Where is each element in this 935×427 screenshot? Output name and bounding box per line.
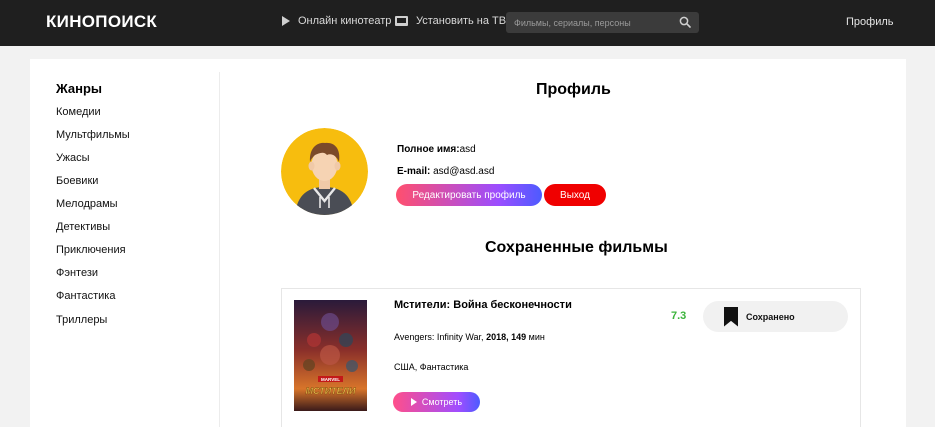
- top-navigation-bar: КИНОПОИСК Онлайн кинотеатр Установить на…: [0, 0, 935, 46]
- sidebar-item-comedy[interactable]: Комедии: [56, 106, 101, 118]
- search-input[interactable]: [506, 12, 676, 33]
- avatar: [281, 128, 368, 215]
- play-icon: [282, 16, 290, 26]
- poster-badge: MARVEL: [321, 377, 340, 382]
- sidebar-item-fantasy[interactable]: Фэнтези: [56, 267, 98, 279]
- profile-link[interactable]: Профиль: [846, 16, 894, 28]
- poster-logo: МСТИТЕЛИ: [306, 386, 356, 396]
- full-name-value: asd: [459, 144, 476, 155]
- search-box: [506, 12, 699, 33]
- nav-install-tv-label: Установить на ТВ: [416, 15, 507, 27]
- nav-online-cinema-label: Онлайн кинотеатр: [298, 15, 392, 27]
- kinopoisk-logo[interactable]: КИНОПОИСК: [46, 12, 157, 32]
- film-country-genre: США, Фантастика: [394, 362, 469, 372]
- email-row: E-mail: asd@asd.asd: [397, 166, 494, 177]
- film-poster-image: MARVEL МСТИТЕЛИ: [294, 300, 367, 411]
- nav-online-cinema[interactable]: Онлайн кинотеатр: [282, 15, 391, 27]
- sidebar-item-action[interactable]: Боевики: [56, 175, 98, 187]
- saved-films-title: Сохраненные фильмы: [485, 239, 668, 256]
- sidebar-item-melodrama[interactable]: Мелодрамы: [56, 198, 118, 210]
- email-label: E-mail:: [397, 166, 431, 177]
- sidebar-item-detective[interactable]: Детективы: [56, 221, 110, 233]
- email-value: asd@asd.asd: [433, 166, 495, 177]
- film-meta: Avengers: Infinity War, 2018, 149 мин: [394, 332, 545, 342]
- logout-button[interactable]: Выход: [544, 184, 606, 206]
- full-name-row: Полное имя:asd: [397, 144, 476, 155]
- film-year: 2018,: [486, 332, 509, 342]
- sidebar-item-sci-fi[interactable]: Фантастика: [56, 290, 115, 302]
- watch-button[interactable]: Смотреть: [393, 392, 480, 412]
- saved-toggle-button[interactable]: Сохранено: [703, 301, 848, 332]
- sidebar-item-cartoons[interactable]: Мультфильмы: [56, 129, 130, 141]
- edit-profile-button[interactable]: Редактировать профиль: [396, 184, 542, 206]
- film-duration-unit: мин: [528, 332, 545, 342]
- film-rating: 7.3: [671, 310, 687, 322]
- bookmark-icon: [724, 306, 738, 327]
- tv-icon: [395, 16, 408, 26]
- watch-button-label: Смотреть: [421, 397, 463, 407]
- sidebar-item-horror[interactable]: Ужасы: [56, 152, 90, 164]
- page-title: Профиль: [536, 81, 611, 98]
- play-icon: [410, 398, 417, 406]
- sidebar-item-adventure[interactable]: Приключения: [56, 244, 126, 256]
- search-icon[interactable]: [679, 16, 691, 28]
- film-original-title: Avengers: Infinity War,: [394, 332, 484, 342]
- film-title[interactable]: Мстители: Война бесконечности: [394, 299, 572, 311]
- genres-title: Жанры: [56, 81, 103, 96]
- film-poster[interactable]: MARVEL МСТИТЕЛИ: [294, 300, 367, 411]
- saved-toggle-label: Сохранено: [746, 311, 795, 322]
- sidebar-divider: [219, 72, 220, 427]
- nav-install-tv[interactable]: Установить на ТВ: [395, 15, 506, 27]
- film-duration-value: 149: [511, 332, 527, 342]
- full-name-label: Полное имя:: [397, 144, 460, 155]
- sidebar-item-thriller[interactable]: Триллеры: [56, 314, 107, 326]
- user-avatar-icon: [281, 128, 368, 215]
